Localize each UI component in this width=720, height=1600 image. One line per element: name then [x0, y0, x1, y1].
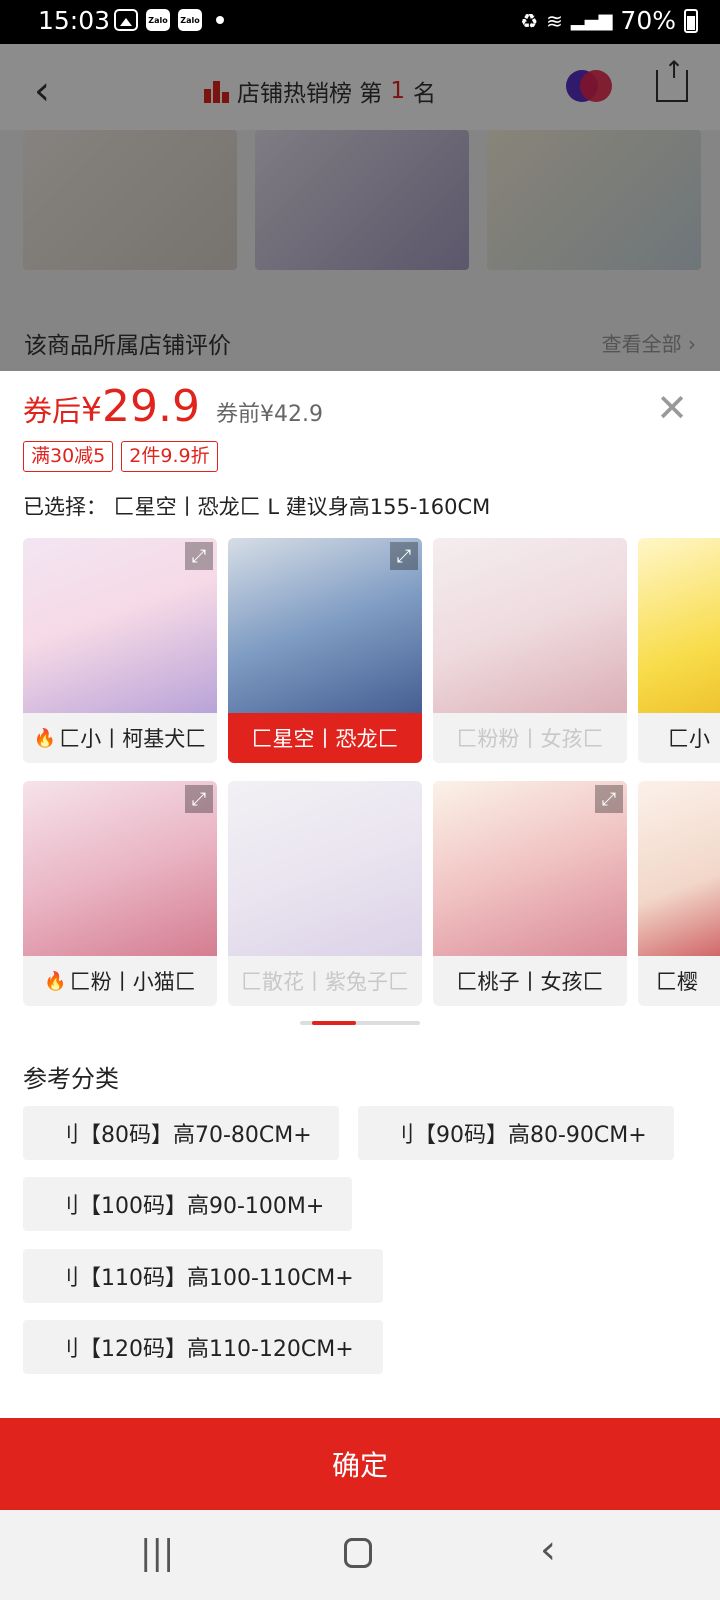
recent-apps-icon[interactable]: |||: [140, 1536, 174, 1570]
variant-label: 匚粉粉丨女孩匚: [456, 727, 604, 751]
variant-image: [638, 781, 720, 956]
home-icon[interactable]: [344, 1538, 372, 1568]
size-option[interactable]: 刂【90码】高80-90CM+: [358, 1106, 674, 1160]
selected-spec-text: 已选择： 匚星空丨恐龙匚 L 建议身高155-160CM: [23, 495, 491, 519]
currency-symbol: ¥: [81, 390, 103, 429]
variant-label: 匚桃子丨女孩匚: [456, 970, 604, 994]
promo-tag: 2件9.9折: [121, 441, 218, 472]
variant-card-selected[interactable]: ⤢ 匚星空丨恐龙匚: [228, 538, 422, 763]
variant-card[interactable]: ⤢ 🔥 匚粉丨小猫匚: [23, 781, 217, 1006]
original-price: 券前¥42.9: [215, 402, 323, 427]
after-coupon-label: 券后: [23, 394, 82, 428]
status-time: 15:03: [38, 6, 111, 35]
variant-card[interactable]: 匚小: [638, 538, 720, 763]
zalo-icon: Zalo: [146, 9, 170, 31]
signal-icon: ▂▄▆: [570, 10, 613, 31]
size-option[interactable]: 刂【80码】高70-80CM+: [23, 1106, 339, 1160]
size-option[interactable]: 刂【120码】高110-120CM+: [23, 1320, 383, 1374]
variant-scroll-indicator: [300, 1021, 420, 1025]
gallery-icon: [114, 9, 138, 31]
variant-image: [638, 538, 720, 713]
back-nav-icon[interactable]: ‹: [540, 1530, 556, 1570]
promo-tags: 满30减5 2件9.9折: [23, 441, 218, 472]
confirm-button[interactable]: 确定: [0, 1418, 720, 1510]
variant-label: 匚散花丨紫兔子匚: [241, 970, 409, 994]
system-status: ♻ ≋ ▂▄▆ 70%: [520, 6, 698, 35]
variant-label: 🔥 匚粉丨小猫匚: [44, 970, 196, 994]
price-value: 29.9: [102, 381, 200, 432]
size-option[interactable]: 刂【110码】高100-110CM+: [23, 1249, 383, 1303]
variant-card[interactable]: ⤢ 🔥 匚小丨柯基犬匚: [23, 538, 217, 763]
expand-icon[interactable]: ⤢: [390, 542, 418, 570]
expand-icon[interactable]: ⤢: [185, 785, 213, 813]
variant-label: 匚星空丨恐龙匚: [228, 713, 422, 763]
variant-image: [433, 538, 627, 713]
overlay-scrim[interactable]: [0, 44, 720, 371]
battery-icon: [684, 8, 698, 33]
variant-card[interactable]: 匚樱: [638, 781, 720, 1006]
wifi-icon: ≋: [546, 8, 563, 33]
zalo-icon: Zalo: [178, 9, 202, 31]
promo-tag: 满30减5: [23, 441, 114, 472]
recycle-icon: ♻: [520, 8, 539, 33]
variant-label: 匚樱: [656, 970, 698, 994]
hot-fire-icon: 🔥: [44, 970, 67, 992]
hot-fire-icon: 🔥: [33, 727, 57, 749]
expand-icon[interactable]: ⤢: [595, 785, 623, 813]
variant-card[interactable]: ⤢ 匚桃子丨女孩匚: [433, 781, 627, 1006]
variant-card-disabled[interactable]: 匚粉粉丨女孩匚: [433, 538, 627, 763]
variant-card-disabled[interactable]: 匚散花丨紫兔子匚: [228, 781, 422, 1006]
size-option[interactable]: 刂【100码】高90-100M+: [23, 1177, 352, 1231]
notification-icons: Zalo Zalo: [114, 9, 224, 31]
battery-percent: 70%: [620, 6, 676, 35]
more-notifications-icon: [216, 16, 224, 24]
status-bar: 15:03 Zalo Zalo ♻ ≋ ▂▄▆ 70%: [0, 0, 720, 44]
sku-selector-sheet: 券后 ¥ 29.9 券前¥42.9 ✕ 满30减5 2件9.9折 已选择： 匚星…: [0, 371, 720, 1418]
reference-category-title: 参考分类: [23, 1065, 119, 1093]
close-icon[interactable]: ✕: [656, 389, 688, 427]
variant-image: [228, 781, 422, 956]
expand-icon[interactable]: ⤢: [185, 542, 213, 570]
variant-label: 🔥 匚小丨柯基犬匚: [33, 727, 207, 751]
variant-label: 匚小: [668, 727, 710, 751]
price-row: 券后 ¥ 29.9 券前¥42.9: [23, 381, 323, 432]
system-nav-bar: ||| ‹: [0, 1510, 720, 1600]
